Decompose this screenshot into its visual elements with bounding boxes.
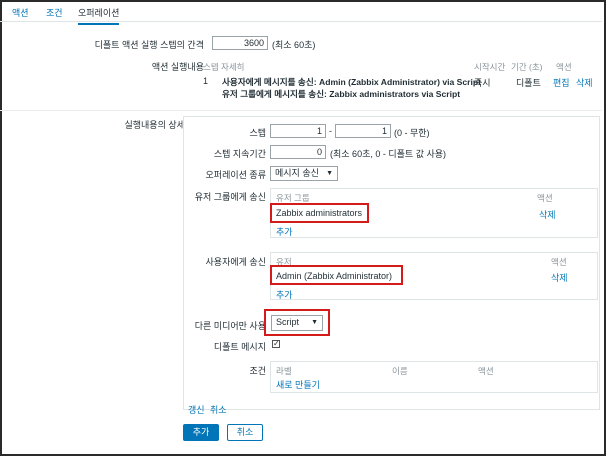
operation-delete-link[interactable]: 삭제 — [576, 76, 593, 89]
tab-operations[interactable]: 오퍼레이션 — [78, 6, 120, 25]
group-highlight-box — [270, 203, 369, 223]
operation-edit-link[interactable]: 편집 — [553, 76, 570, 89]
chevron-down-icon: ▼ — [326, 170, 333, 177]
operation-line-1: 사용자에게 메시지를 송신: Admin (Zabbix Administrat… — [222, 77, 482, 87]
user-highlight-box — [270, 265, 403, 285]
conditions-label: 조건 — [249, 366, 266, 376]
send-to-users-label: 사용자에게 송신 — [205, 257, 266, 267]
operation-type-select[interactable]: 메시지 송신 ▼ — [270, 166, 338, 181]
default-message-checkbox[interactable]: ✓ — [272, 340, 280, 348]
operation-start: 즉시 — [474, 78, 491, 88]
operation-type-label: 오퍼레이션 종류 — [205, 170, 266, 180]
send-only-to-label: 다른 미디어만 사용 — [194, 321, 266, 331]
send-to-groups-label: 유저 그룹에게 송신 — [194, 192, 266, 202]
condition-new-link[interactable]: 새로 만들기 — [276, 378, 320, 391]
group-remove-link[interactable]: 삭제 — [539, 208, 556, 221]
cancel-button[interactable]: 취소 — [227, 424, 263, 441]
step-hint: (0 - 무한) — [394, 128, 430, 138]
step-interval-input[interactable]: 3600 — [212, 36, 268, 50]
step-duration-input[interactable]: 0 — [270, 145, 326, 159]
step-label: 스텝 — [249, 128, 266, 138]
tab-bar: 액션 조건 오퍼레이션 — [0, 0, 602, 25]
media-highlight-box — [264, 309, 330, 336]
step-interval-hint: (최소 60초) — [272, 40, 316, 50]
section-divider — [0, 110, 602, 111]
user-remove-link[interactable]: 삭제 — [551, 271, 568, 284]
col-cond-action: 액션 — [478, 366, 494, 376]
operation-line-2: 유저 그룹에게 메시지를 송신: Zabbix administrators v… — [222, 89, 461, 99]
tab-action[interactable]: 액션 — [12, 6, 29, 19]
col-cond-name: 이름 — [392, 366, 408, 376]
col-cond-label: 라벨 — [276, 366, 292, 376]
operation-step: 1 — [203, 76, 209, 86]
step-interval-label: 디폴트 액션 실행 스텝의 간격 — [94, 40, 204, 50]
col-action: 액션 — [556, 62, 572, 72]
group-add-link[interactable]: 추가 — [276, 225, 293, 238]
col-duration: 기간 (초) — [511, 62, 543, 72]
operation-type-value: 메시지 송신 — [275, 168, 319, 178]
operations-list-label: 액션 실행내용 — [151, 62, 204, 72]
col-start: 시작시간 — [474, 62, 506, 72]
step-from-input[interactable]: 1 — [270, 124, 326, 138]
step-range-dash: - — [329, 126, 332, 136]
col-user-action: 액션 — [551, 257, 567, 267]
step-to-input[interactable]: 1 — [335, 124, 391, 138]
col-group-action: 액션 — [537, 193, 553, 203]
details-update-link[interactable]: 갱신 — [188, 403, 205, 416]
add-button[interactable]: 추가 — [183, 424, 219, 441]
default-message-label: 디폴트 메시지 — [213, 342, 266, 352]
step-duration-label: 스텝 지속기간 — [213, 149, 266, 159]
step-duration-hint: (최소 60초, 0 - 디폴트 값 사용) — [330, 149, 447, 159]
details-cancel-link[interactable]: 취소 — [210, 403, 227, 416]
operation-duration: 디폴트 — [516, 78, 541, 88]
col-step-detail: 스텝 자세히 — [203, 62, 245, 72]
user-add-link[interactable]: 추가 — [276, 288, 293, 301]
tab-conditions[interactable]: 조건 — [46, 6, 63, 19]
